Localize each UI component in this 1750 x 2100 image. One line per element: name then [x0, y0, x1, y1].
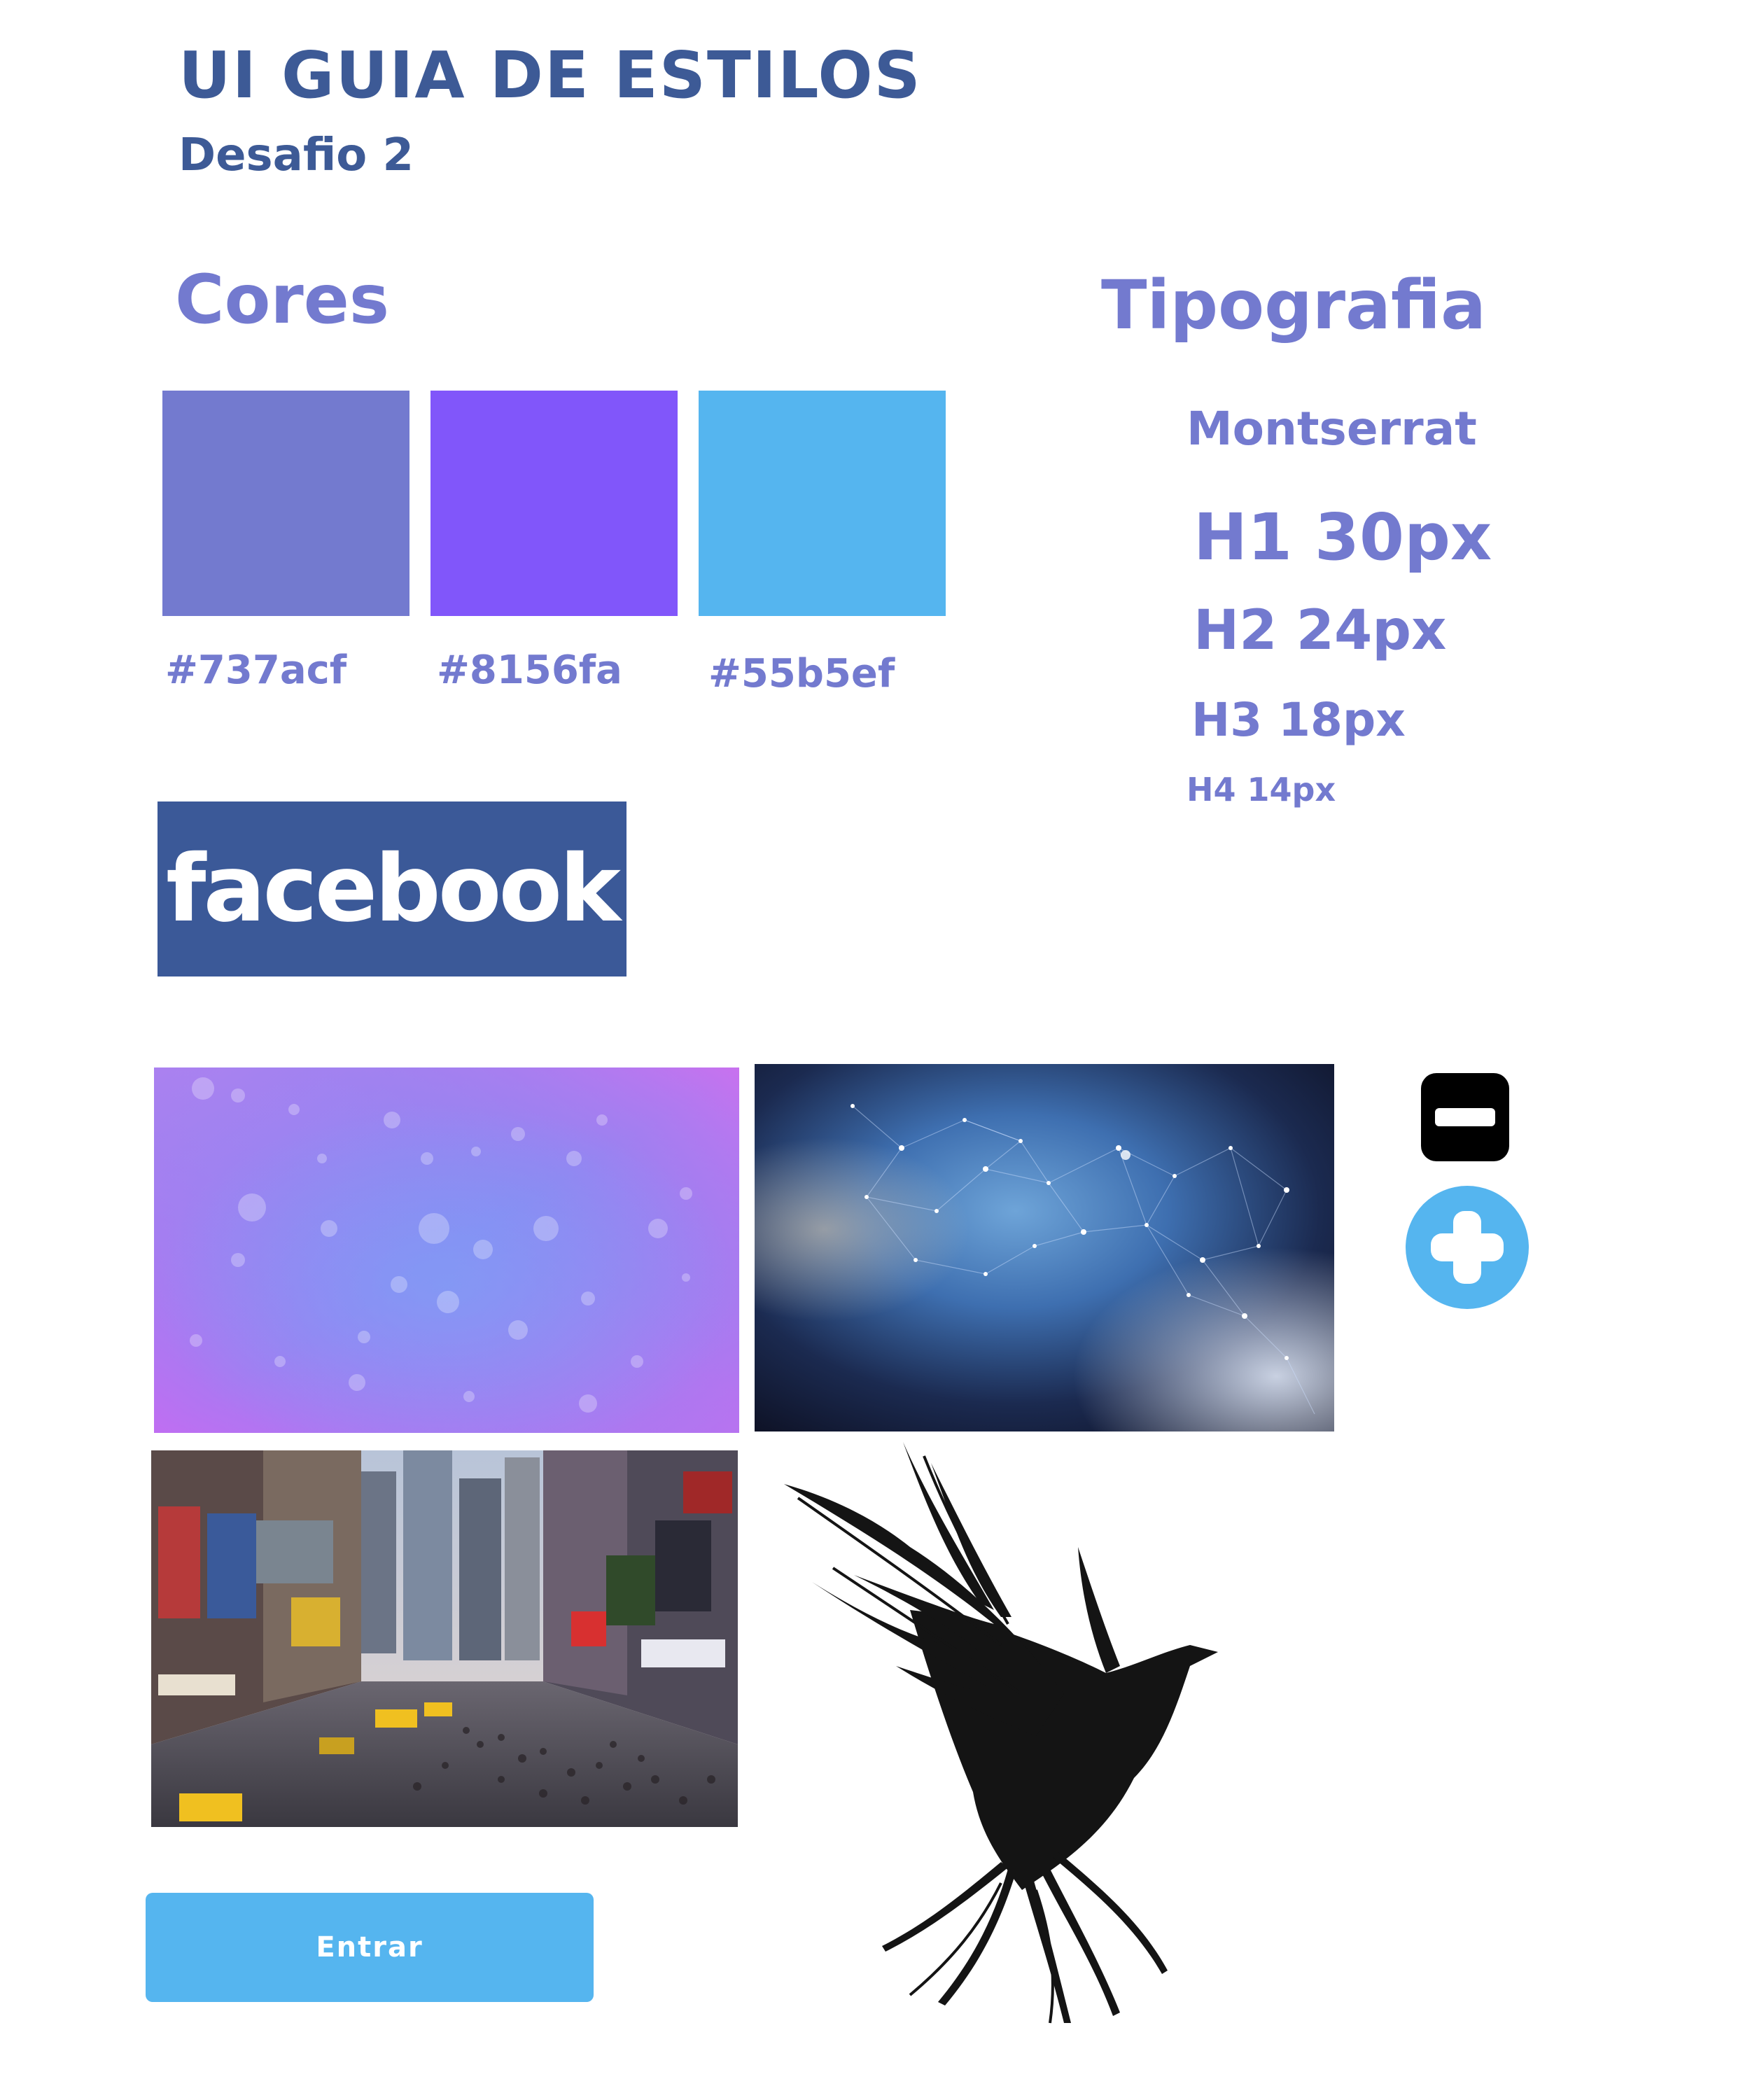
page-title: UI GUIA DE ESTILOS	[178, 38, 922, 113]
h2-sample: H2 24px	[1194, 599, 1447, 662]
bird-illustration	[770, 1442, 1330, 2037]
typography-heading: Tipografia	[1101, 266, 1486, 344]
color-hex-label-1: #737acf	[165, 648, 347, 693]
minus-icon[interactable]	[1421, 1073, 1509, 1161]
colors-heading: Cores	[175, 260, 389, 339]
h4-sample: H4 14px	[1186, 771, 1336, 808]
page-subtitle: Desafio 2	[178, 130, 414, 181]
color-swatch-2	[430, 391, 678, 616]
color-hex-label-3: #55b5ef	[708, 651, 895, 696]
color-swatch-1	[162, 391, 410, 616]
city-street-image	[151, 1450, 738, 1827]
bokeh-background-image	[154, 1068, 739, 1433]
plus-icon[interactable]	[1406, 1186, 1529, 1309]
h1-sample: H1 30px	[1194, 500, 1492, 575]
font-name: Montserrat	[1186, 402, 1477, 456]
color-hex-label-2: #8156fa	[437, 648, 622, 693]
facebook-logo-text: facebook	[166, 835, 621, 943]
h3-sample: H3 18px	[1191, 693, 1406, 747]
facebook-logo: facebook	[158, 802, 626, 976]
entrar-button[interactable]: Entrar	[146, 1893, 594, 2002]
color-swatch-3	[699, 391, 946, 616]
network-space-image	[755, 1064, 1334, 1432]
entrar-button-label: Entrar	[316, 1931, 424, 1963]
